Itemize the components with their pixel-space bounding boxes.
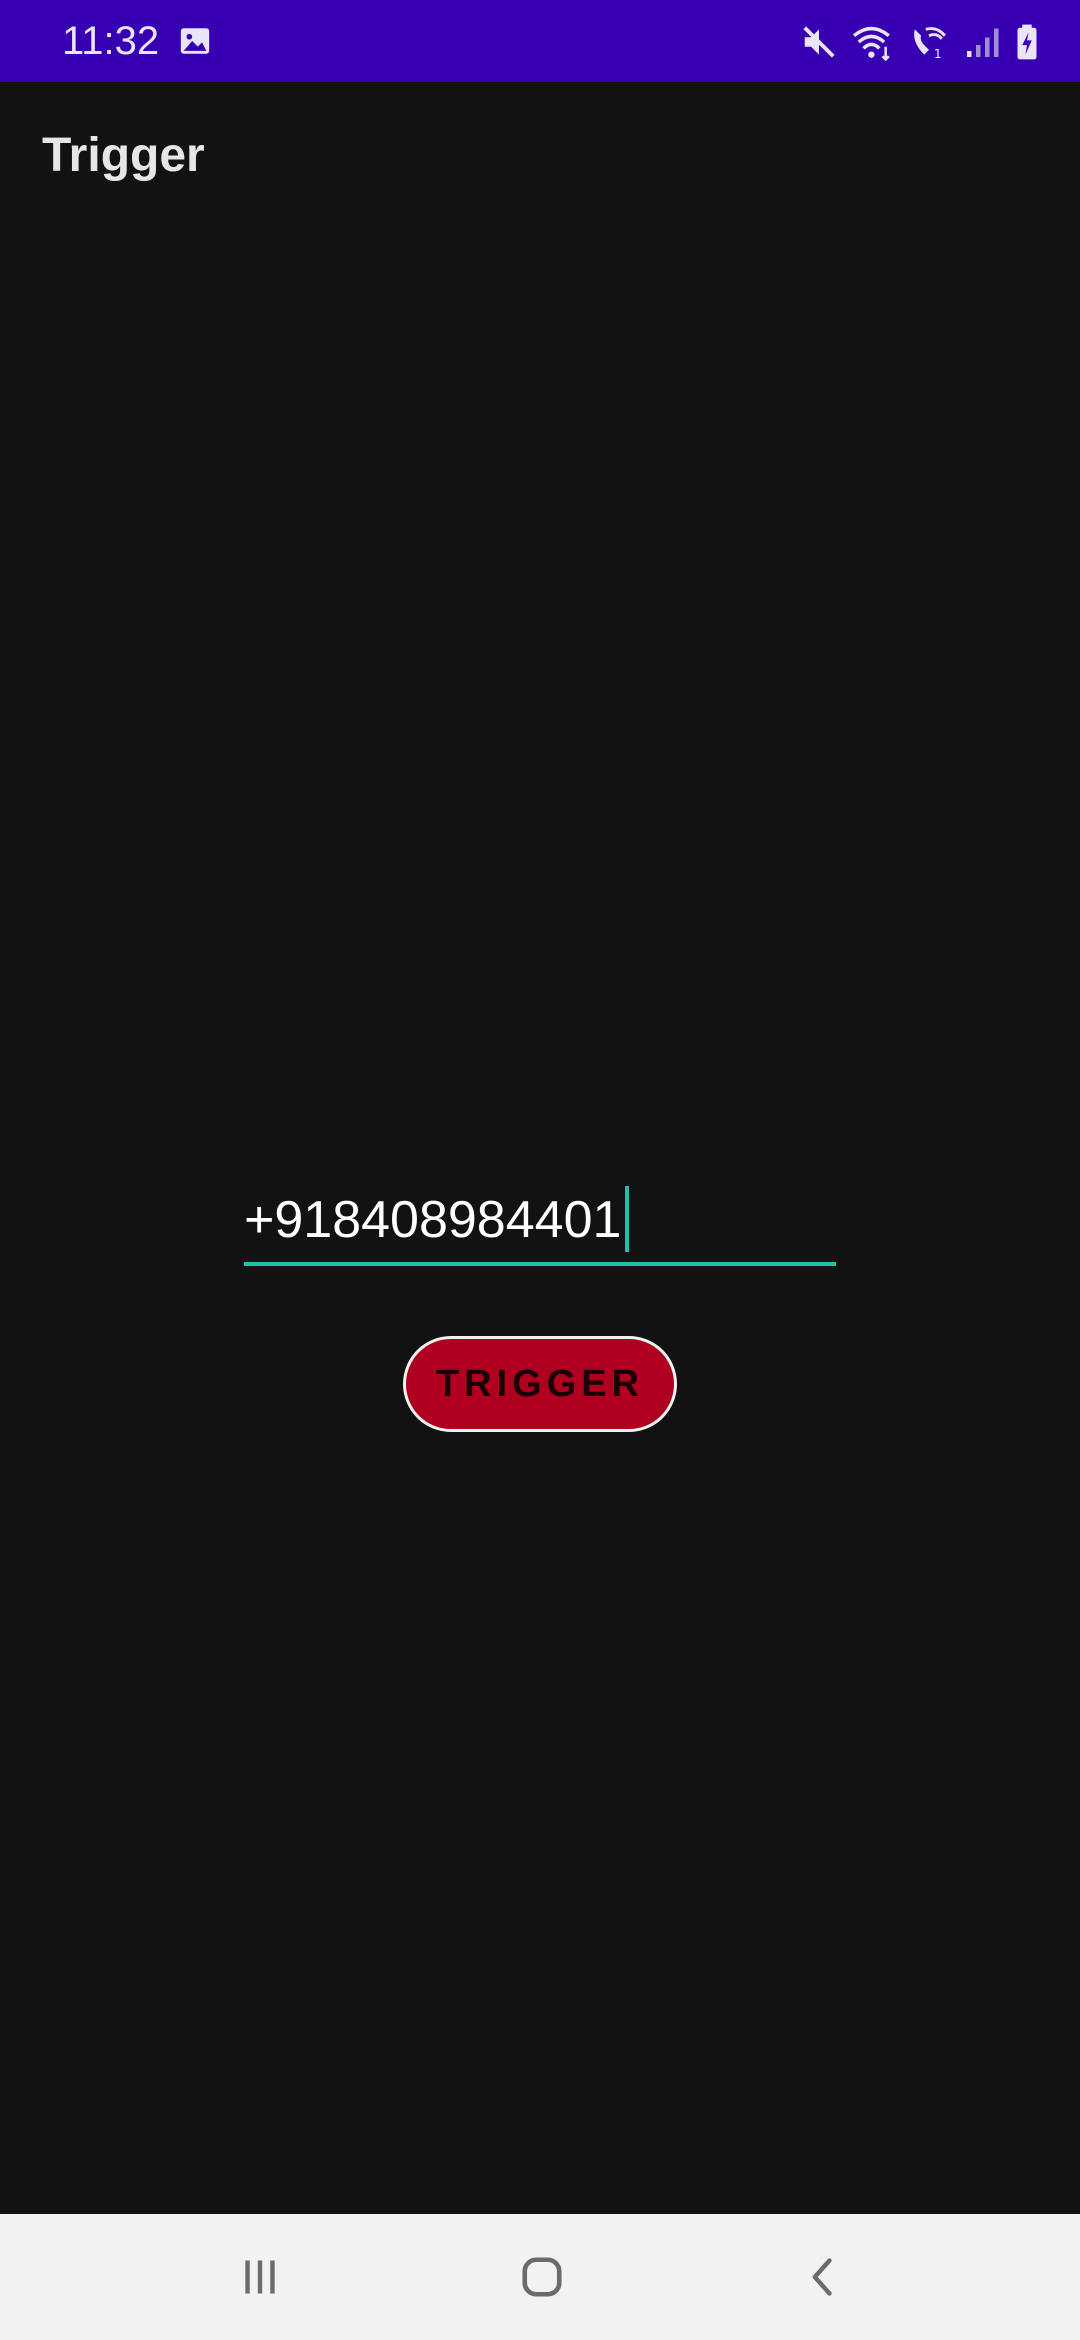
mute-icon [803, 26, 835, 58]
battery-charging-icon [1017, 24, 1037, 60]
back-icon [812, 2258, 832, 2296]
home-button[interactable] [502, 2244, 582, 2310]
app-screen: 11:32 1 Trigger +918408984401 TRIGGER [0, 0, 1080, 2340]
navigation-bar [0, 2214, 1080, 2340]
recents-icon [245, 2260, 275, 2294]
home-icon [522, 2257, 562, 2297]
status-icons: 1 [800, 20, 1040, 64]
status-bar: 11:32 1 [0, 0, 1080, 82]
phone-number-input[interactable]: +918408984401 [244, 1186, 630, 1256]
trigger-button-label: TRIGGER [435, 1362, 645, 1405]
wifi-calling-icon: 1 [914, 27, 946, 61]
back-button[interactable] [784, 2244, 864, 2310]
recents-button[interactable] [220, 2244, 300, 2310]
signal-icon [967, 28, 999, 57]
wifi-icon [852, 26, 890, 61]
phone-number-value: +918408984401 [244, 1191, 622, 1249]
app-title: Trigger [42, 129, 205, 182]
trigger-button[interactable]: TRIGGER [403, 1336, 677, 1432]
svg-text:1: 1 [934, 46, 942, 61]
phone-number-field[interactable]: +918408984401 [244, 1180, 836, 1266]
input-underline [244, 1262, 836, 1266]
text-cursor [625, 1186, 630, 1253]
status-time: 11:32 [62, 19, 160, 63]
gallery-icon [180, 28, 210, 54]
